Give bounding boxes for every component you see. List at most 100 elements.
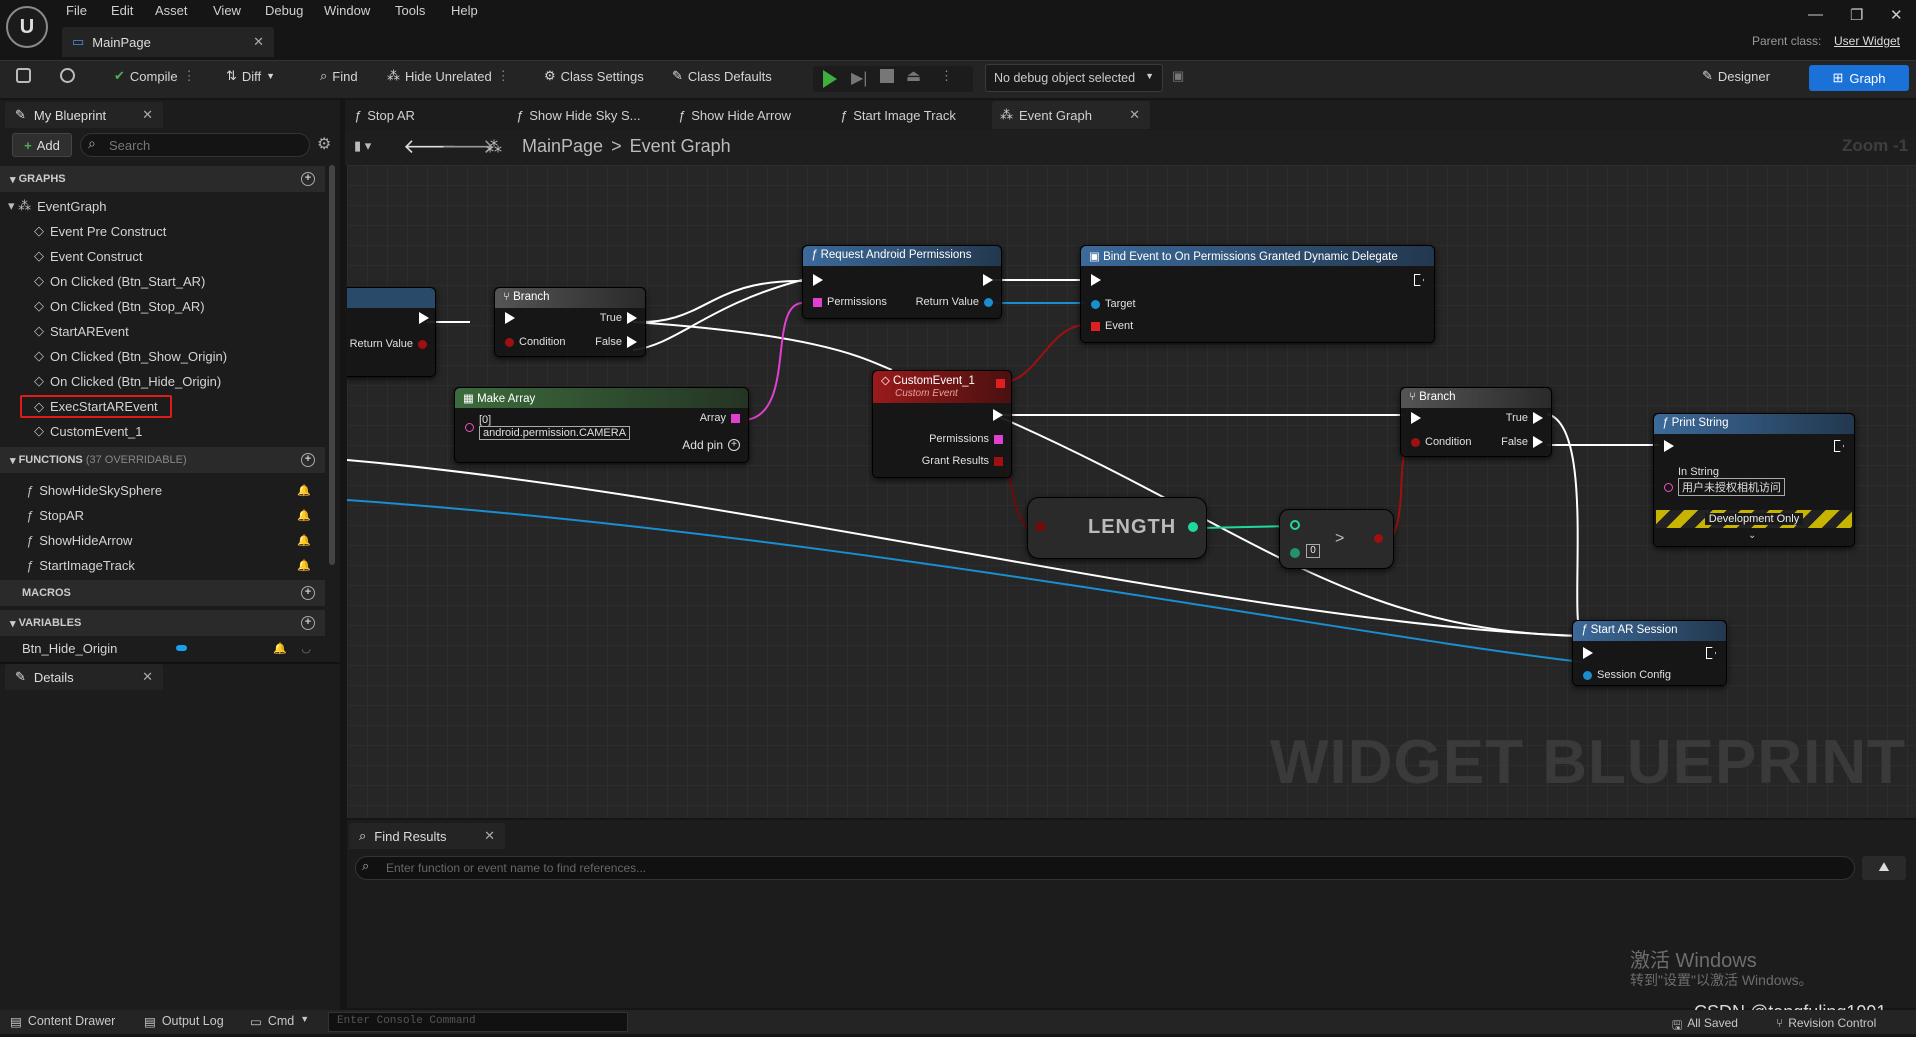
- designer-button[interactable]: ✎ Designer: [1702, 68, 1770, 84]
- content-drawer-button[interactable]: ▤ Content Drawer: [10, 1014, 115, 1029]
- step-icon[interactable]: ▶|: [851, 68, 867, 88]
- tab-find-results[interactable]: ⌕ Find Results ✕: [349, 823, 505, 849]
- revision-control-button[interactable]: ⑂ Revision Control: [1776, 1016, 1876, 1030]
- menu-window[interactable]: Window: [324, 3, 370, 18]
- find-button[interactable]: ⌕ Find: [320, 68, 358, 84]
- event-item[interactable]: ◇ Event Construct: [0, 244, 325, 268]
- array-in-pin[interactable]: [1036, 522, 1045, 531]
- target-pin[interactable]: Target: [1091, 298, 1136, 310]
- tab-show-hide-arrow[interactable]: ƒ Show Hide Arrow: [678, 101, 791, 129]
- output-log-button[interactable]: ▤ Output Log: [144, 1014, 224, 1029]
- menu-help[interactable]: Help: [451, 3, 478, 18]
- event-item[interactable]: ◇ On Clicked (Btn_Show_Origin): [0, 344, 325, 368]
- browse-icon[interactable]: [60, 68, 75, 83]
- class-settings-button[interactable]: ⚙ Class Settings: [544, 68, 644, 84]
- function-item[interactable]: ƒ ShowHideArrow 🔔: [0, 528, 325, 552]
- doc-tab-mainpage[interactable]: ▭ MainPage ✕: [62, 27, 274, 57]
- greater-than-node[interactable]: 0 >: [1279, 509, 1394, 569]
- graph-button[interactable]: ⊞ Graph: [1809, 65, 1909, 91]
- compile-button[interactable]: ✔ Compile ⋮: [114, 68, 196, 84]
- cmd-dropdown[interactable]: ▭ Cmd ▼: [250, 1014, 309, 1029]
- left-scrollbar[interactable]: [329, 165, 335, 565]
- menu-debug[interactable]: Debug: [265, 3, 303, 18]
- event-item[interactable]: ◇ On Clicked (Btn_Stop_AR): [0, 294, 325, 318]
- tab-show-hide-sky[interactable]: ƒ Show Hide Sky S...: [516, 101, 641, 129]
- breadcrumb-current[interactable]: Event Graph: [630, 136, 731, 157]
- length-node[interactable]: LENGTH: [1027, 497, 1207, 559]
- find-options-button[interactable]: ⛰: [1862, 856, 1906, 880]
- eject-icon[interactable]: ⏏: [906, 66, 921, 86]
- bool-out-pin[interactable]: [1374, 534, 1383, 543]
- variables-section[interactable]: ▾ VARIABLES +: [0, 610, 325, 636]
- return-value-pin[interactable]: Return Value: [350, 338, 427, 350]
- bind-event-node[interactable]: ▣ Bind Event to On Permissions Granted D…: [1080, 245, 1435, 343]
- event-item[interactable]: ◇ On Clicked (Btn_Start_AR): [0, 269, 325, 293]
- array-value-field[interactable]: android.permission.CAMERA: [479, 426, 631, 440]
- hide-unrelated-button[interactable]: ⁂ Hide Unrelated ⋮: [387, 68, 510, 84]
- close-icon[interactable]: ✕: [142, 107, 153, 123]
- tab-stop-ar[interactable]: ƒ Stop AR: [354, 101, 415, 129]
- tab-my-blueprint[interactable]: ✎ My Blueprint ✕: [5, 102, 163, 128]
- event-item[interactable]: ◇ Event Pre Construct: [0, 219, 325, 243]
- macros-section[interactable]: MACROS +: [0, 580, 325, 606]
- tab-event-graph[interactable]: ⁂ Event Graph ✕: [992, 101, 1150, 129]
- event-item[interactable]: ◇ CustomEvent_1: [0, 419, 325, 443]
- event-pin[interactable]: Event: [1091, 320, 1133, 332]
- breadcrumb-root[interactable]: MainPage: [522, 136, 603, 157]
- close-window-icon[interactable]: ✕: [1890, 6, 1903, 24]
- start-ar-session-node[interactable]: ƒ Start AR Session Session Config: [1572, 620, 1727, 686]
- blueprint-search-input[interactable]: Search: [80, 133, 310, 157]
- functions-section[interactable]: ▾ FUNCTIONS (37 OVERRIDABLE) +: [0, 447, 325, 473]
- return-value-pin[interactable]: Return Value: [916, 296, 993, 308]
- tab-start-image-track[interactable]: ƒ Start Image Track: [840, 101, 956, 129]
- branch-node[interactable]: ⑂ Branch True Condition False: [494, 287, 646, 357]
- minimize-icon[interactable]: —: [1808, 6, 1823, 23]
- menu-edit[interactable]: Edit: [111, 3, 133, 18]
- in-string-pin[interactable]: In String 用户未授权相机访问: [1664, 466, 1785, 496]
- true-pin[interactable]: True: [1506, 412, 1543, 424]
- stop-icon[interactable]: [880, 69, 894, 83]
- false-pin[interactable]: False: [595, 336, 637, 348]
- menu-file[interactable]: File: [66, 3, 87, 18]
- add-pin-button[interactable]: Add pin +: [682, 438, 740, 452]
- diff-button[interactable]: ⇅ Diff ▼: [226, 68, 275, 84]
- close-icon[interactable]: ✕: [142, 669, 153, 685]
- menu-asset[interactable]: Asset: [155, 3, 188, 18]
- event-item[interactable]: ◇ StartAREvent: [0, 319, 325, 343]
- false-pin[interactable]: False: [1501, 436, 1543, 448]
- menu-tools[interactable]: Tools: [395, 3, 425, 18]
- play-icon[interactable]: [823, 70, 837, 88]
- console-command-input[interactable]: Enter Console Command: [328, 1012, 628, 1032]
- event-graph-canvas[interactable]: Return Value ⑂ Branch True Condition Fal…: [347, 165, 1916, 818]
- menu-view[interactable]: View: [213, 3, 241, 18]
- event-item-selected[interactable]: ◇ ExecStartAREvent: [20, 395, 172, 418]
- unreal-logo-icon[interactable]: U: [6, 6, 48, 48]
- close-icon[interactable]: ✕: [484, 828, 495, 844]
- function-item[interactable]: ƒ StartImageTrack 🔔: [0, 553, 325, 577]
- delegate-pin[interactable]: [996, 379, 1005, 388]
- bookmark-icon[interactable]: ▮ ▾: [354, 138, 371, 154]
- session-config-pin[interactable]: Session Config: [1583, 669, 1671, 681]
- permissions-pin[interactable]: Permissions: [813, 296, 887, 308]
- branch-node-2[interactable]: ⑂ Branch True Condition False: [1400, 387, 1552, 457]
- find-input[interactable]: Enter function or event name to find ref…: [355, 856, 1855, 880]
- settings-gear-icon[interactable]: ⚙: [317, 134, 331, 154]
- condition-pin[interactable]: Condition: [1411, 436, 1471, 448]
- debug-object-select[interactable]: No debug object selected ▼: [985, 64, 1163, 92]
- length-out-pin[interactable]: [1188, 522, 1198, 532]
- graphs-section[interactable]: ▾ GRAPHS +: [0, 166, 325, 192]
- array-out-pin[interactable]: Array: [700, 412, 740, 424]
- add-button[interactable]: + Add: [12, 133, 72, 157]
- eye-icon[interactable]: ◡: [301, 642, 311, 655]
- print-string-node[interactable]: ƒ Print String In String 用户未授权相机访问 Develo…: [1653, 413, 1855, 547]
- add-graph-icon[interactable]: +: [301, 172, 315, 186]
- grant-results-pin[interactable]: Grant Results: [922, 455, 1003, 467]
- event-graph-item[interactable]: ▾ ⁂ EventGraph: [0, 194, 325, 218]
- close-icon[interactable]: ✕: [253, 34, 264, 50]
- make-array-node[interactable]: ▦ Make Array [0] android.permission.CAMER…: [454, 387, 749, 463]
- event-item[interactable]: ◇ On Clicked (Btn_Hide_Origin): [0, 369, 325, 393]
- class-defaults-button[interactable]: ✎ Class Defaults: [672, 68, 772, 84]
- index-pin[interactable]: [0] android.permission.CAMERA: [465, 414, 631, 440]
- debug-filter-icon[interactable]: ▣: [1172, 68, 1184, 84]
- compare-value-field[interactable]: 0: [1306, 544, 1320, 558]
